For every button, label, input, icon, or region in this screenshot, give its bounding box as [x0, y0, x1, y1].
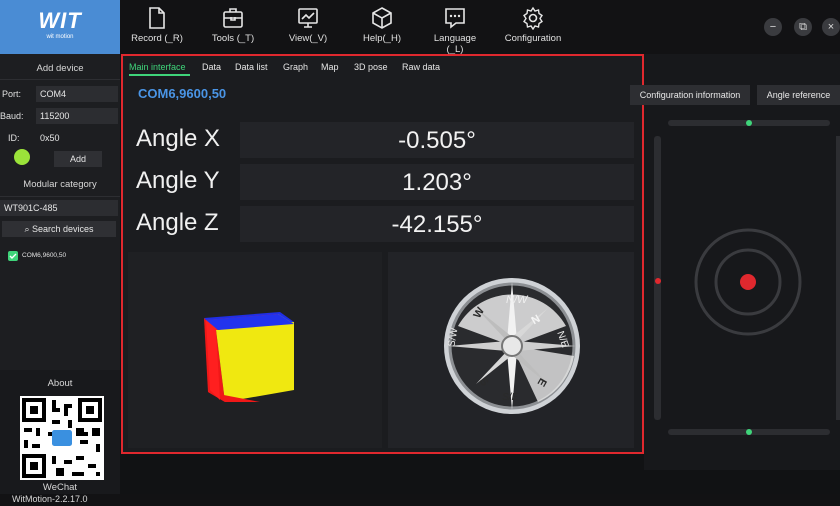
tab-data[interactable]: Data [202, 62, 221, 72]
version-label: WitMotion-2.2.17.0 [12, 494, 88, 504]
device-checkbox[interactable] [8, 251, 18, 261]
port-label: Port: [2, 89, 22, 99]
yaw-slider-handle[interactable] [746, 429, 752, 435]
gear-icon [523, 6, 543, 30]
configuration-menu-button[interactable]: Configuration [503, 6, 563, 52]
right-edge-track [836, 136, 840, 420]
3d-cube-panel [128, 252, 382, 448]
angle-z-value-box: -42.155° [240, 206, 634, 242]
sidebar-divider [0, 196, 120, 197]
record-menu-button[interactable]: Record (_R) [127, 6, 187, 52]
port-select[interactable]: COM4 [36, 86, 118, 102]
compass-panel: W N/W S/W N/E E S/E S N [388, 252, 634, 448]
view-menu-label: View(_V) [288, 33, 328, 44]
logo-brand: WIT [38, 8, 82, 33]
record-menu-label: Record (_R) [131, 33, 183, 44]
search-devices-label: Search devices [32, 224, 94, 234]
language-menu-label: Language (_L) [433, 33, 477, 55]
tab-graph[interactable]: Graph [283, 62, 308, 72]
chat-bubble-icon [445, 8, 465, 29]
angle-z-value: -42.155° [391, 211, 483, 238]
qr-code-icon [22, 398, 102, 478]
angle-x-value-box: -0.505° [240, 122, 634, 158]
pitch-slider-handle[interactable] [655, 278, 661, 284]
id-field[interactable]: 0x50 [36, 130, 118, 146]
angle-y-value: 1.203° [402, 169, 472, 196]
tab-raw-data[interactable]: Raw data [402, 62, 440, 72]
tab-data-list[interactable]: Data list [235, 62, 268, 72]
device-title: COM6,9600,50 [138, 86, 227, 101]
top-toolbar [0, 0, 840, 54]
tools-menu-label: Tools (_T) [211, 33, 255, 44]
angle-x-label: Angle X [136, 125, 221, 152]
angle-y-label: Angle Y [136, 167, 220, 194]
compass-nw-label: N/W [506, 294, 528, 306]
checkmark-icon [9, 253, 17, 259]
tab-main-interface[interactable]: Main interface [129, 62, 186, 72]
tab-3d-pose[interactable]: 3D pose [354, 62, 388, 72]
wechat-qr-code [20, 396, 104, 480]
close-button[interactable]: × [822, 18, 840, 36]
configuration-information-button[interactable]: Configuration information [630, 85, 750, 105]
tab-map[interactable]: Map [321, 62, 339, 72]
wechat-label: WeChat [42, 482, 78, 493]
status-bar: WitMotion-2.2.17.0 [0, 494, 840, 506]
minimize-button[interactable]: − [764, 18, 782, 36]
baud-select[interactable]: 115200 [36, 108, 118, 124]
compass-se-label: S/E [502, 392, 519, 403]
compass-graphic [444, 278, 580, 414]
view-menu-button[interactable]: View(_V) [278, 6, 338, 52]
toolbox-icon [223, 8, 243, 28]
device-list-item[interactable]: COM6,9600,50 [22, 252, 66, 259]
add-device-heading: Add device [36, 63, 84, 74]
tools-menu-button[interactable]: Tools (_T) [203, 6, 263, 52]
3d-cube-graphic [204, 312, 294, 402]
active-tab-indicator [129, 74, 190, 76]
model-select[interactable]: WT901C-485 [0, 200, 118, 216]
restore-button[interactable]: ⧉ [794, 18, 812, 36]
file-icon [149, 7, 165, 29]
help-menu-button[interactable]: Help(_H) [352, 6, 412, 52]
angle-z-row: Angle Z -42.155° [130, 206, 634, 242]
add-button[interactable]: Add [54, 151, 102, 167]
level-indicator [694, 228, 802, 336]
cube-icon [372, 7, 392, 29]
angle-y-value-box: 1.203° [240, 164, 634, 200]
angle-reference-button[interactable]: Angle reference [757, 85, 840, 105]
witmotion-logo: WIT wit motion [0, 0, 120, 54]
search-icon: ⌕ [24, 224, 32, 234]
angle-y-row: Angle Y 1.203° [130, 164, 634, 200]
baud-label: Baud: [0, 111, 24, 121]
angle-x-row: Angle X -0.505° [130, 122, 634, 158]
about-heading: About [47, 378, 73, 389]
search-devices-button[interactable]: ⌕ Search devices [2, 221, 116, 237]
configuration-menu-label: Configuration [504, 33, 562, 44]
monitor-chart-icon [298, 8, 318, 28]
angle-z-label: Angle Z [136, 209, 219, 236]
sidebar-divider [0, 79, 120, 80]
angle-x-value: -0.505° [398, 127, 476, 154]
id-label: ID: [8, 133, 20, 143]
language-menu-button[interactable]: Language (_L) [425, 6, 485, 55]
roll-slider-handle[interactable] [746, 120, 752, 126]
help-menu-label: Help(_H) [362, 33, 401, 44]
logo-tagline: wit motion [46, 34, 74, 40]
modular-category-heading: Modular category [23, 179, 97, 190]
status-led [14, 149, 30, 165]
